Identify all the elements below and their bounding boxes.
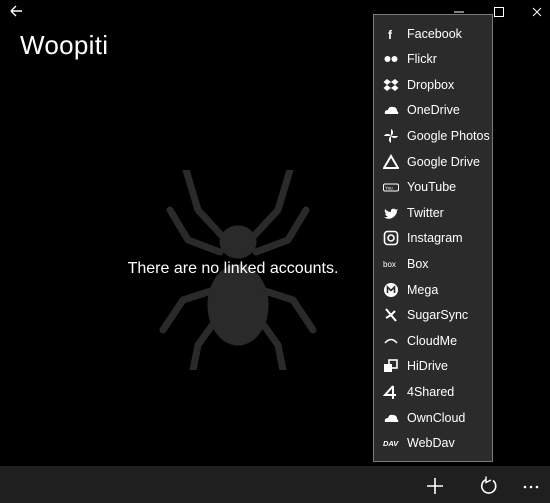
refresh-icon [480, 476, 497, 494]
maximize-button[interactable] [492, 4, 506, 18]
menu-item-instagram[interactable]: Instagram [374, 226, 492, 251]
more-icon [523, 485, 539, 489]
menu-item-dropbox[interactable]: Dropbox [374, 72, 492, 97]
menu-item-mega[interactable]: Mega [374, 277, 492, 302]
menu-item-facebook[interactable]: f Facebook [374, 21, 492, 46]
flickr-icon [383, 51, 399, 67]
close-icon [532, 7, 542, 17]
webdav-icon: DAV [383, 435, 399, 451]
refresh-button[interactable] [478, 475, 500, 497]
maximize-icon [494, 7, 504, 17]
add-account-menu: f Facebook Flickr Dropbox OneDrive Googl… [373, 14, 493, 462]
menu-item-box[interactable]: box Box [374, 251, 492, 276]
instagram-icon [383, 230, 399, 246]
box-icon: box [383, 256, 399, 272]
menu-item-owncloud[interactable]: OwnCloud [374, 405, 492, 430]
mega-icon [383, 282, 399, 298]
youtube-icon: You [383, 179, 399, 195]
menu-item-4shared[interactable]: 4Shared [374, 379, 492, 404]
back-button[interactable] [6, 2, 26, 20]
menu-item-flickr[interactable]: Flickr [374, 47, 492, 72]
close-button[interactable] [530, 4, 544, 18]
bottom-app-bar [0, 466, 550, 503]
menu-item-webdav[interactable]: DAV WebDav [374, 431, 492, 456]
google-photos-icon [383, 128, 399, 144]
menu-item-google-photos[interactable]: Google Photos [374, 123, 492, 148]
cloudme-icon [383, 333, 399, 349]
menu-item-twitter[interactable]: Twitter [374, 200, 492, 225]
menu-item-hidrive[interactable]: HiDrive [374, 354, 492, 379]
more-button[interactable] [522, 477, 544, 499]
owncloud-icon [383, 410, 399, 426]
dropbox-icon [383, 77, 399, 93]
menu-item-google-drive[interactable]: Google Drive [374, 149, 492, 174]
google-drive-icon [383, 153, 399, 170]
plus-icon [427, 478, 443, 494]
menu-item-cloudme[interactable]: CloudMe [374, 328, 492, 353]
svg-text:DAV: DAV [383, 439, 399, 448]
menu-item-onedrive[interactable]: OneDrive [374, 98, 492, 123]
onedrive-icon [383, 102, 399, 118]
svg-text:box: box [383, 260, 396, 269]
svg-text:f: f [388, 28, 393, 42]
sugarsync-icon [383, 307, 399, 323]
empty-state-message: There are no linked accounts. [127, 260, 339, 277]
arrow-left-icon [10, 5, 22, 17]
app-title: Woopiti [20, 30, 109, 60]
add-account-button[interactable] [424, 475, 446, 497]
menu-item-youtube[interactable]: You YouTube [374, 175, 492, 200]
4shared-icon [383, 384, 399, 400]
hidrive-icon [383, 358, 399, 374]
facebook-icon: f [383, 26, 399, 42]
menu-item-sugarsync[interactable]: SugarSync [374, 303, 492, 328]
twitter-icon [383, 205, 399, 221]
svg-text:You: You [385, 186, 393, 191]
